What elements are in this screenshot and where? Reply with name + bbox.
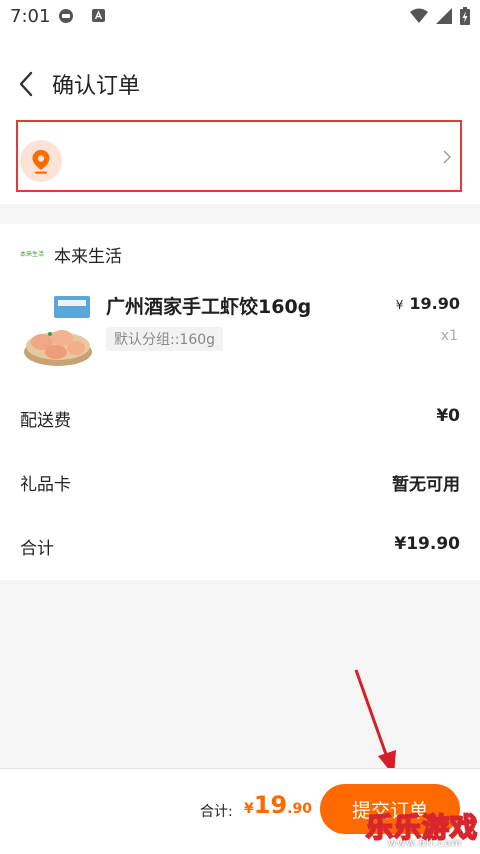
address-section [0, 118, 480, 204]
product-spec: 默认分组::160g [106, 327, 224, 351]
subtotal-label: 合计 [20, 539, 54, 559]
store-logo: 本来生活 [20, 250, 45, 258]
status-time: 7:01 [10, 6, 51, 27]
product-price-value: 19.90 [409, 294, 460, 313]
total-label: 合计: [200, 804, 233, 820]
page-title: 确认订单 [52, 74, 141, 99]
bottom-bar: 合计: ¥19.90 提交订单 [0, 768, 480, 854]
location-pin-icon [20, 140, 62, 182]
delivery-fee-value: ¥0 [436, 406, 460, 426]
arrow-annotation [354, 669, 396, 776]
total-amount: ¥19.90 [244, 791, 312, 819]
signal-icon [436, 8, 452, 24]
total-integer: 19 [253, 791, 288, 819]
total-decimal: .90 [287, 801, 312, 817]
address-selector[interactable] [16, 120, 462, 192]
a-box-icon [92, 9, 105, 22]
product-image[interactable] [20, 294, 96, 370]
chevron-right-icon [443, 150, 451, 164]
wifi-icon [410, 8, 428, 23]
submit-order-button[interactable]: 提交订单 [320, 784, 460, 834]
gift-card-value: 暂无可用 [392, 475, 460, 495]
status-bar: 7:01 [0, 0, 480, 34]
total-currency: ¥ [244, 801, 254, 817]
product-price-currency: ¥ [395, 298, 404, 312]
store-name: 本来生活 [54, 247, 122, 267]
store-row: 本来生活 本来生活 [20, 242, 122, 267]
back-icon[interactable] [16, 70, 36, 98]
header: 确认订单 [0, 34, 480, 118]
status-right [410, 7, 470, 25]
gift-card-label: 礼品卡 [20, 475, 71, 495]
product-quantity: x1 [440, 328, 458, 344]
product-price: ¥19.90 [396, 294, 460, 313]
delivery-fee-label: 配送费 [20, 411, 71, 431]
game-controller-icon [59, 9, 73, 23]
product-name: 广州酒家手工虾饺160g [106, 296, 312, 318]
order-card: 本来生活 本来生活 广州酒家手工虾饺160g 默认分组::160g ¥19.90… [0, 224, 480, 580]
battery-charging-icon [460, 7, 470, 25]
subtotal-value: ¥19.90 [394, 534, 460, 554]
